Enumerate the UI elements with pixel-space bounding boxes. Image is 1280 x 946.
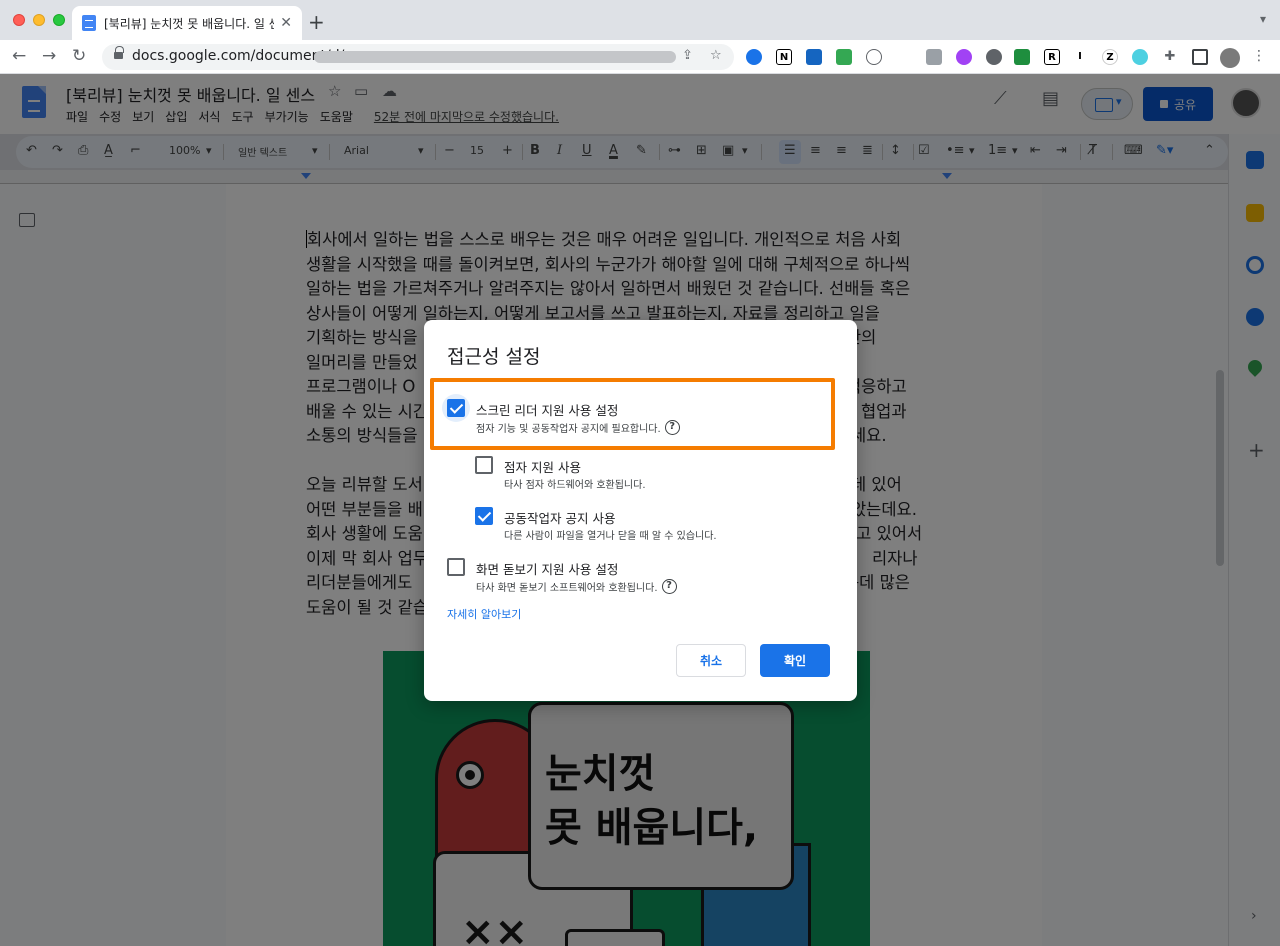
browser-tab-strip: [북리뷰] 눈치껏 못 배웁니다. 일 센스 ✕ + ▾: [0, 0, 1280, 40]
minimize-window-button[interactable]: [33, 14, 45, 26]
browser-toolbar: ← → ↻ docs.google.com/document/d/ ⇪ ☆ N …: [0, 40, 1280, 74]
tab-search-chevron-icon[interactable]: ▾: [1260, 12, 1266, 26]
cancel-button[interactable]: 취소: [676, 644, 746, 677]
magnifier-label: 화면 돋보기 지원 사용 설정: [476, 562, 619, 577]
z-extension-icon[interactable]: Z: [1102, 49, 1118, 65]
bookmark-star-icon[interactable]: ☆: [710, 48, 722, 63]
address-bar[interactable]: docs.google.com/document/d/ ⇪ ☆: [102, 44, 734, 70]
magnifier-checkbox[interactable]: [447, 558, 465, 576]
tab-close-icon[interactable]: ✕: [280, 15, 292, 31]
extension-v-icon[interactable]: [806, 49, 822, 65]
reload-icon[interactable]: ↻: [72, 46, 86, 66]
braille-checkbox[interactable]: [475, 456, 493, 474]
maximize-window-button[interactable]: [53, 14, 65, 26]
accessibility-settings-dialog: 접근성 설정 스크린 리더 지원 사용 설정 점자 기능 및 공동작업자 공지에…: [424, 320, 857, 701]
screen-reader-label: 스크린 리더 지원 사용 설정: [476, 403, 619, 418]
screen-reader-checkbox[interactable]: [447, 399, 465, 417]
check-extension-icon[interactable]: [1014, 49, 1030, 65]
grey-extension-icon[interactable]: [986, 49, 1002, 65]
tab-title: [북리뷰] 눈치껏 못 배웁니다. 일 센스: [104, 16, 274, 31]
collaborator-notice-label: 공동작업자 공지 사용: [504, 511, 616, 526]
collaborator-notice-desc: 다른 사람이 파일을 열거나 닫을 때 알 수 있습니다.: [504, 531, 717, 542]
help-icon[interactable]: ?: [664, 420, 680, 435]
lock-icon[interactable]: [114, 46, 124, 60]
braille-label: 점자 지원 사용: [504, 460, 581, 475]
close-window-button[interactable]: [13, 14, 25, 26]
screen-reader-desc-text: 점자 기능 및 공동작업자 공지에 필요합니다.: [476, 424, 661, 435]
forward-arrow-icon[interactable]: →: [42, 46, 56, 66]
url-text: docs.google.com/document/d/: [132, 48, 345, 64]
magnifier-desc-text: 타사 화면 돋보기 소프트웨어와 호환됩니다.: [476, 583, 658, 594]
extension-green-icon[interactable]: [836, 49, 852, 65]
profile-avatar[interactable]: [1220, 48, 1240, 68]
camera-extension-icon[interactable]: [926, 49, 942, 65]
learn-more-link[interactable]: 자세히 알아보기: [447, 606, 521, 622]
collaborator-notice-checkbox[interactable]: [475, 507, 493, 525]
url-redacted: [314, 51, 676, 63]
i-extension-icon[interactable]: I: [1072, 49, 1088, 65]
screen-reader-desc: 점자 기능 및 공동작업자 공지에 필요합니다. ?: [476, 420, 680, 435]
browser-menu-icon[interactable]: ⋮: [1252, 48, 1266, 64]
dialog-title: 접근성 설정: [447, 346, 541, 368]
extensions-puzzle-icon[interactable]: ✚: [1162, 49, 1178, 65]
wave-extension-icon[interactable]: [896, 49, 912, 65]
side-panel-icon[interactable]: [1192, 49, 1208, 65]
braille-desc: 타사 점자 하드웨어와 호환됩니다.: [504, 480, 646, 491]
magnifier-desc: 타사 화면 돋보기 소프트웨어와 호환됩니다. ?: [476, 579, 677, 594]
back-arrow-icon[interactable]: ←: [12, 46, 26, 66]
r-extension-icon[interactable]: R: [1044, 49, 1060, 65]
ok-button[interactable]: 확인: [760, 644, 830, 677]
help-icon[interactable]: ?: [661, 579, 677, 594]
purple-extension-icon[interactable]: [956, 49, 972, 65]
extension-1-icon[interactable]: [746, 49, 762, 65]
teal-extension-icon[interactable]: [1132, 49, 1148, 65]
cloud-extension-icon[interactable]: [866, 49, 882, 65]
notion-extension-icon[interactable]: N: [776, 49, 792, 65]
browser-tab-active[interactable]: [북리뷰] 눈치껏 못 배웁니다. 일 센스 ✕: [72, 6, 302, 40]
google-docs-favicon-icon: [82, 15, 96, 31]
share-page-icon[interactable]: ⇪: [682, 48, 693, 63]
new-tab-button[interactable]: +: [308, 10, 325, 34]
